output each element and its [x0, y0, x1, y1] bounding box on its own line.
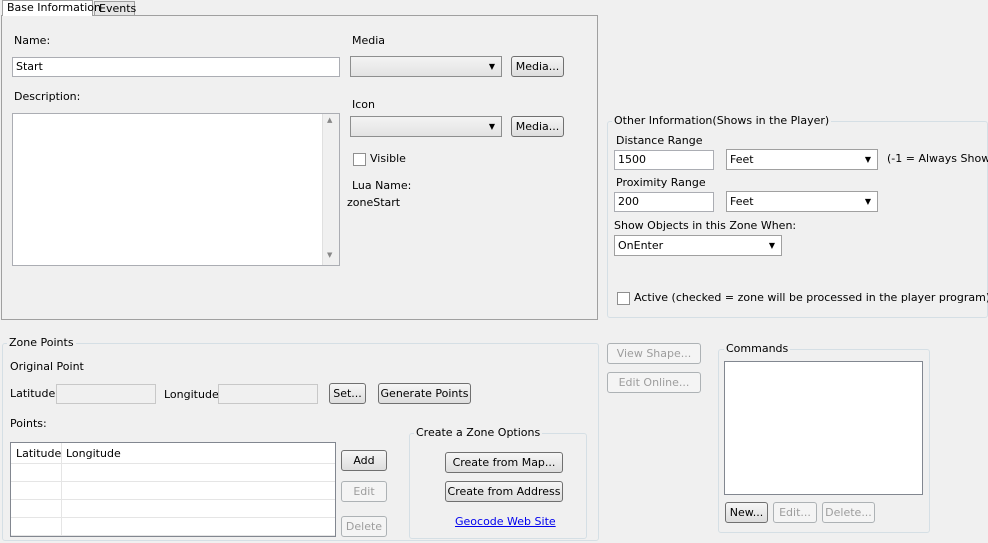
- lua-name-label: Lua Name:: [352, 179, 412, 192]
- description-field[interactable]: [12, 113, 340, 266]
- active-label: Active (checked = zone will be processed…: [634, 291, 988, 304]
- proximity-unit-select[interactable]: Feet ▼: [726, 191, 878, 212]
- chevron-down-icon: ▼: [488, 62, 496, 71]
- longitude-field[interactable]: [218, 384, 318, 404]
- commands-list[interactable]: [724, 361, 923, 495]
- scroll-up-icon[interactable]: ▲: [327, 116, 332, 124]
- commands-title: Commands: [724, 342, 791, 356]
- other-information-title: Other Information(Shows in the Player): [612, 114, 832, 128]
- original-point-label: Original Point: [10, 360, 84, 373]
- scroll-down-icon[interactable]: ▼: [327, 251, 332, 259]
- set-button[interactable]: Set...: [329, 383, 366, 404]
- table-row[interactable]: [11, 519, 335, 536]
- proximity-unit-value: Feet: [730, 195, 754, 208]
- zone-points-title: Zone Points: [7, 336, 76, 350]
- proximity-range-field[interactable]: 200: [614, 192, 714, 212]
- latitude-field[interactable]: [56, 384, 156, 404]
- description-label: Description:: [14, 90, 81, 103]
- distance-unit-value: Feet: [730, 153, 754, 166]
- column-header-longitude[interactable]: Longitude: [61, 443, 331, 464]
- delete-command-button[interactable]: Delete...: [822, 502, 875, 523]
- longitude-label: Longitude: [164, 388, 219, 401]
- table-row[interactable]: [11, 483, 335, 500]
- proximity-range-label: Proximity Range: [616, 176, 706, 189]
- icon-label: Icon: [352, 98, 375, 111]
- create-from-address-button[interactable]: Create from Address: [445, 481, 563, 502]
- table-row[interactable]: [11, 501, 335, 518]
- distance-range-label: Distance Range: [616, 134, 703, 147]
- tab-label: Events: [99, 2, 137, 15]
- show-objects-value: OnEnter: [618, 239, 664, 252]
- create-from-map-button[interactable]: Create from Map...: [445, 452, 563, 473]
- generate-points-button[interactable]: Generate Points: [378, 383, 471, 404]
- distance-unit-select[interactable]: Feet ▼: [726, 149, 878, 170]
- description-scrollbar[interactable]: ▲ ▼: [322, 114, 339, 265]
- show-objects-label: Show Objects in this Zone When:: [614, 219, 797, 232]
- table-row[interactable]: [11, 465, 335, 482]
- icon-media-button[interactable]: Media...: [511, 116, 564, 137]
- geocode-link[interactable]: Geocode Web Site: [455, 515, 556, 528]
- edit-command-button[interactable]: Edit...: [773, 502, 817, 523]
- delete-point-button[interactable]: Delete: [341, 516, 387, 537]
- media-select[interactable]: ▼: [350, 56, 502, 77]
- add-point-button[interactable]: Add: [341, 450, 387, 471]
- visible-label: Visible: [370, 152, 406, 165]
- visible-checkbox[interactable]: [353, 153, 366, 166]
- edit-point-button[interactable]: Edit: [341, 481, 387, 502]
- icon-select[interactable]: ▼: [350, 116, 502, 137]
- media-button[interactable]: Media...: [511, 56, 564, 77]
- points-grid-header: Latitude Longitude: [11, 443, 335, 464]
- chevron-down-icon: ▼: [864, 197, 872, 206]
- edit-online-button[interactable]: Edit Online...: [607, 372, 701, 393]
- chevron-down-icon: ▼: [768, 241, 776, 250]
- create-zone-title: Create a Zone Options: [414, 426, 543, 440]
- distance-range-field[interactable]: 1500: [614, 150, 714, 170]
- distance-note: (-1 = Always Show): [887, 152, 988, 165]
- lua-name-value: zoneStart: [347, 196, 401, 209]
- new-command-button[interactable]: New...: [725, 502, 768, 523]
- column-header-latitude[interactable]: Latitude: [11, 443, 61, 464]
- points-label: Points:: [10, 417, 47, 430]
- chevron-down-icon: ▼: [488, 122, 496, 131]
- name-field[interactable]: Start: [12, 57, 340, 77]
- points-grid[interactable]: Latitude Longitude: [10, 442, 336, 537]
- tab-label: Base Information: [7, 1, 101, 14]
- chevron-down-icon: ▼: [864, 155, 872, 164]
- tab-base-information[interactable]: Base Information: [2, 0, 101, 16]
- media-label: Media: [352, 34, 386, 47]
- show-objects-select[interactable]: OnEnter ▼: [614, 235, 782, 256]
- active-checkbox[interactable]: [617, 292, 630, 305]
- latitude-label: Latitude:: [10, 387, 59, 400]
- name-label: Name:: [14, 34, 51, 47]
- view-shape-button[interactable]: View Shape...: [607, 343, 701, 364]
